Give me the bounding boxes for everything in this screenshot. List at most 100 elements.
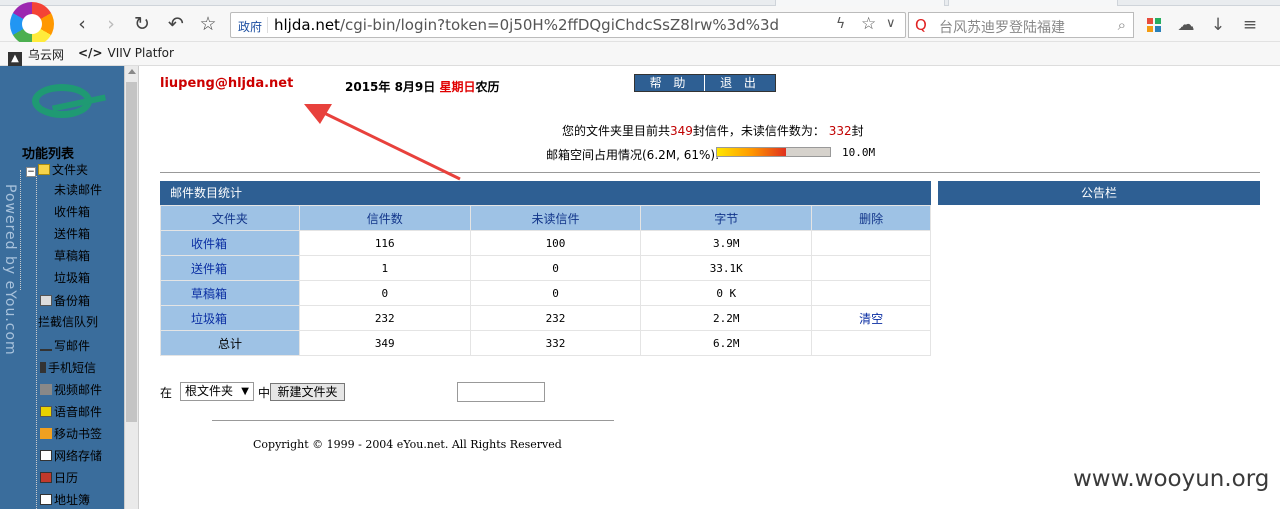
weekday-text: 星期日 <box>439 80 476 94</box>
main-content: liupeng@hljda.net 2015年 8月9日 星期日农历 帮 助 退… <box>140 66 1280 509</box>
collapse-icon[interactable]: − <box>26 167 36 177</box>
folder-link-inbox[interactable]: 收件箱 <box>160 230 300 256</box>
folder-name-input[interactable] <box>457 382 545 402</box>
delete-cell <box>811 230 931 256</box>
search-placeholder: 台风苏迪罗登陆福建 <box>939 20 1065 36</box>
forward-icon[interactable]: › <box>99 12 123 36</box>
url-path: /cgi-bin/login?token=0j50H%2ffDQgiChdcSs… <box>339 16 780 34</box>
message-count: 349 <box>298 330 471 356</box>
table-total-row: 总计 349 332 6.2M <box>160 330 931 356</box>
logout-button[interactable]: 退 出 <box>705 75 775 91</box>
sidebar-scrollbar[interactable] <box>124 66 139 509</box>
apps-grid-icon[interactable] <box>1147 18 1161 32</box>
browser-toolbar: ‹ › ↻ ↶ ☆ 政府 hljda.net/cgi-bin/login?tok… <box>0 2 1280 46</box>
lunar-calendar-link[interactable]: 农历 <box>475 80 499 94</box>
sidebar-item-calendar[interactable]: 日历 <box>40 468 78 488</box>
bookmark-viiv[interactable]: </> VIIV Platfor <box>78 46 174 60</box>
table-row: 收件箱 116 100 3.9M <box>160 230 931 256</box>
sidebar-item-voice[interactable]: 语音邮件 <box>40 402 102 422</box>
sidebar-item-video[interactable]: 视频邮件 <box>40 380 102 400</box>
tree-line <box>36 176 37 509</box>
total-label: 总计 <box>160 330 300 356</box>
empty-trash-link[interactable]: 清空 <box>811 305 931 331</box>
wooyun-icon: ▲ <box>8 52 22 66</box>
parent-folder-select[interactable]: 根文件夹 ▼ <box>180 382 254 401</box>
in-label: 在 <box>160 386 173 400</box>
bookmark-icon <box>40 428 52 439</box>
column-header: 信件数 <box>298 205 471 231</box>
folder-link-drafts[interactable]: 草稿箱 <box>160 280 300 306</box>
capacity-label: 10.0M <box>842 146 876 159</box>
size-bytes: 33.1K <box>640 255 813 281</box>
dropdown-arrow-icon[interactable]: ▼ <box>241 383 249 400</box>
column-header: 字节 <box>640 205 813 231</box>
tree-label: 语音邮件 <box>54 405 103 419</box>
help-button[interactable]: 帮 助 <box>635 75 705 91</box>
tree-label: 移动书签 <box>54 427 103 441</box>
column-header: 文件夹 <box>160 205 300 231</box>
tree-folder-root[interactable]: − 文件夹 <box>26 160 88 180</box>
address-bar[interactable]: 政府 hljda.net/cgi-bin/login?token=0j50H%2… <box>230 12 906 38</box>
copyright-text: Copyright © 1999 - 2004 eYou.net. All Ri… <box>253 438 562 451</box>
download-icon[interactable]: ↓ <box>1207 14 1229 36</box>
usage-meter-fill <box>717 148 786 156</box>
sidebar: Powered by eYou.com 功能列表 − 文件夹 未读邮件 收件箱 送… <box>0 66 124 509</box>
usage-meter <box>716 147 831 157</box>
size-bytes: 3.9M <box>640 230 813 256</box>
table-row: 垃圾箱 232 232 2.2M 清空 <box>160 305 931 331</box>
sidebar-item-unread[interactable]: 未读邮件 <box>54 180 102 200</box>
bookmarks-bar: ▲ 乌云网 </> VIIV Platfor <box>0 42 1280 66</box>
reload-icon[interactable]: ↻ <box>130 12 154 36</box>
code-icon: </> <box>78 46 103 60</box>
delete-cell <box>811 330 931 356</box>
middle-label: 中 <box>258 386 271 400</box>
table-row: 送件箱 1 0 33.1K <box>160 255 931 281</box>
backup-icon <box>40 295 52 306</box>
message-count: 0 <box>298 280 471 306</box>
calendar-icon <box>40 472 52 483</box>
bookmark-star-icon[interactable]: ☆ <box>196 12 220 36</box>
sidebar-item-sms[interactable]: 手机短信 <box>40 358 96 378</box>
bookmark-wooyun[interactable]: ▲ 乌云网 <box>8 46 64 66</box>
watermark-text: www.wooyun.org <box>1073 466 1270 492</box>
undo-icon[interactable]: ↶ <box>164 12 188 36</box>
size-bytes: 0 K <box>640 280 813 306</box>
unread-count: 332 <box>469 330 642 356</box>
tree-label: 备份箱 <box>54 294 91 308</box>
search-box[interactable]: Q 台风苏迪罗登陆福建 ⌕ <box>908 12 1134 38</box>
phone-icon <box>40 362 46 373</box>
url-text[interactable]: hljda.net/cgi-bin/login?token=0j50H%2ffD… <box>274 16 779 34</box>
folder-icon <box>38 164 50 175</box>
sidebar-item-compose[interactable]: 写邮件 <box>40 336 90 356</box>
scroll-up-icon[interactable] <box>128 69 136 74</box>
favorite-star-icon[interactable]: ☆ <box>861 14 876 34</box>
user-email: liupeng@hljda.net <box>160 76 294 91</box>
sidebar-item-inbox[interactable]: 收件箱 <box>54 202 90 222</box>
scrollbar-thumb[interactable] <box>126 82 137 422</box>
mail-count-summary: 您的文件夹里目前共349封信件，未读信件数为： 332封 <box>562 124 864 138</box>
sidebar-item-drafts[interactable]: 草稿箱 <box>54 246 90 266</box>
menu-icon[interactable]: ≡ <box>1239 14 1261 36</box>
chevron-down-icon[interactable]: ∨ <box>886 16 896 31</box>
cloud-icon[interactable]: ☁ <box>1175 14 1197 36</box>
lightning-icon[interactable]: ϟ <box>836 16 845 32</box>
sidebar-item-trash[interactable]: 垃圾箱 <box>54 268 90 288</box>
tree-line <box>20 170 21 290</box>
sidebar-item-intercept[interactable]: 拦截信队列 <box>38 312 98 332</box>
total-count: 349 <box>670 124 693 138</box>
sidebar-item-backup[interactable]: 备份箱 <box>40 291 90 311</box>
tree-label: 地址簿 <box>54 493 91 507</box>
back-icon[interactable]: ‹ <box>70 12 94 36</box>
sidebar-item-addressbook[interactable]: 地址簿 <box>40 490 90 510</box>
search-icon[interactable]: ⌕ <box>1118 16 1126 34</box>
sidebar-item-bookmarks[interactable]: 移动书签 <box>40 424 102 444</box>
divider <box>212 420 614 421</box>
divider <box>160 172 1260 173</box>
sidebar-item-storage[interactable]: 网络存储 <box>40 446 102 466</box>
search-engine-icon[interactable]: Q <box>915 16 927 34</box>
tree-label: 网络存储 <box>54 449 103 463</box>
sidebar-item-sent[interactable]: 送件箱 <box>54 224 90 244</box>
folder-link-sent[interactable]: 送件箱 <box>160 255 300 281</box>
folder-link-trash[interactable]: 垃圾箱 <box>160 305 300 331</box>
new-folder-button[interactable]: 新建文件夹 <box>270 383 345 401</box>
